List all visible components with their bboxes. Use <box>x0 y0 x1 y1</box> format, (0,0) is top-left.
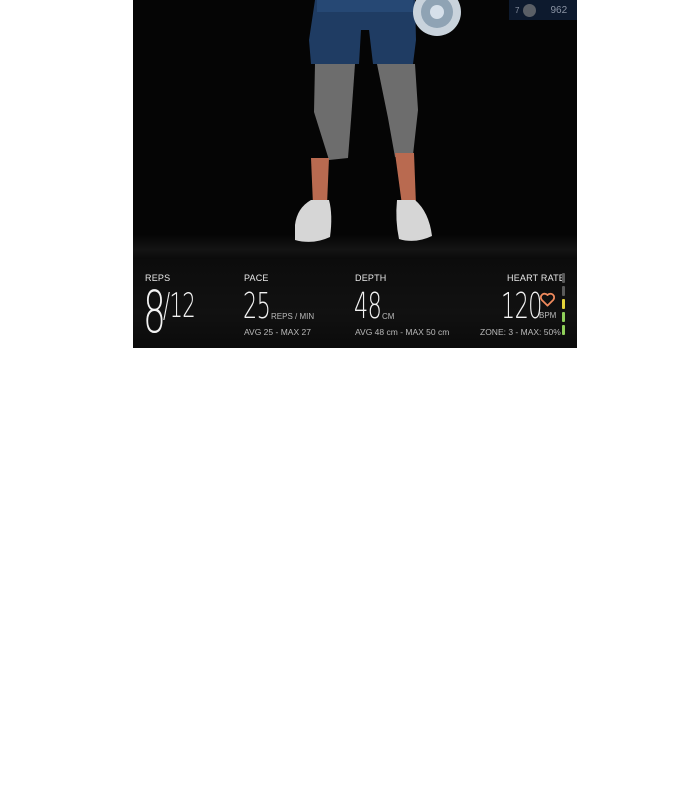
athlete-illustration <box>295 0 461 242</box>
pace-stats: AVG 25 - MAX 27 <box>244 327 311 337</box>
workout-screen: 7 962 REPS 8 /12 PACE 25 REPS / MIN AVG … <box>133 0 577 348</box>
leaderboard-badge[interactable]: 7 962 <box>509 0 577 20</box>
reps-total: /12 <box>163 286 196 326</box>
zone-bar <box>562 312 565 322</box>
pace-label: PACE <box>244 273 269 283</box>
depth-unit: CM <box>382 312 395 321</box>
heart-outline-icon <box>539 292 556 307</box>
pace-value: 25 <box>243 286 271 327</box>
reps-current: 8 <box>143 278 166 346</box>
zone-bar <box>562 325 565 335</box>
depth-value: 48 <box>354 286 382 327</box>
avatar <box>523 3 537 17</box>
depth-stats: AVG 48 cm - MAX 50 cm <box>355 327 450 337</box>
zone-bar <box>562 299 565 309</box>
pace-unit: REPS / MIN <box>271 312 315 321</box>
depth-label: DEPTH <box>355 273 387 283</box>
zone-bar <box>562 286 565 296</box>
heart-rate-zone-bars <box>562 273 565 338</box>
heart-rate-value: 120 <box>501 286 542 327</box>
heart-rate-label: HEART RATE <box>507 273 566 283</box>
leaderboard-score: 962 <box>550 4 568 16</box>
metrics-bar: REPS 8 /12 PACE 25 REPS / MIN AVG 25 - M… <box>133 259 577 348</box>
leaderboard-rank: 7 <box>515 5 520 15</box>
zone-bar <box>562 273 565 283</box>
heart-rate-stats: ZONE: 3 - MAX: 50% <box>480 327 561 337</box>
heart-rate-unit: BPM <box>539 311 557 320</box>
